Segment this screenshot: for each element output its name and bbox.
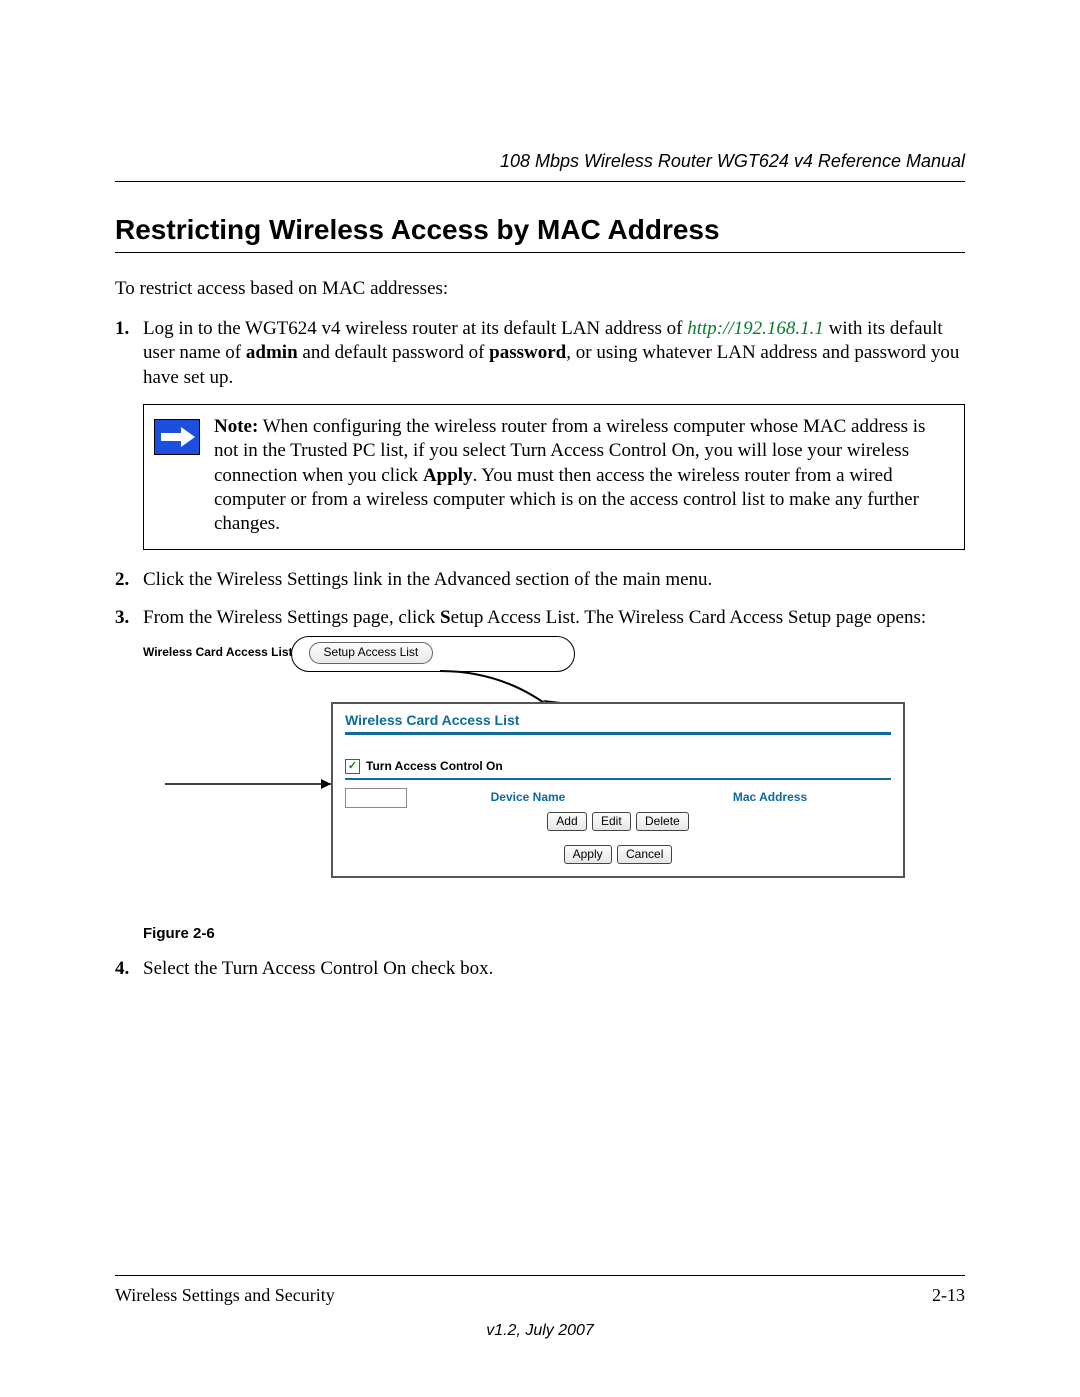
step-4: 4. Select the Turn Access Control On che… [115,957,965,981]
step-2-text: Click the Wireless Settings link in the … [143,569,712,590]
figure-2-6: Wireless Card Access List Setup Access L… [143,638,965,943]
cancel-button[interactable]: Cancel [617,845,672,864]
header-rule [115,181,965,182]
default-username: admin [246,342,298,363]
arrow-right-icon [154,419,200,455]
step-1: 1. Log in to the WGT624 v4 wireless rout… [115,317,965,550]
table-button-row: Add Edit Delete [345,812,891,831]
turn-access-control-checkbox[interactable]: ✓ [345,759,360,774]
device-table-header: Device Name Mac Address [345,788,891,808]
panel-rule-2 [345,778,891,780]
default-lan-link[interactable]: http://192.168.1.1 [687,318,824,339]
device-name-column: Device Name [407,788,649,808]
section-title: Restricting Wireless Access by MAC Addre… [115,212,965,248]
setup-access-list-button[interactable]: Setup Access List [309,642,434,663]
select-column [345,788,407,808]
add-button[interactable]: Add [547,812,586,831]
step-number: 3. [115,606,129,630]
access-list-panel: Wireless Card Access List ✓ Turn Access … [331,702,905,878]
callout-line-icon [165,778,345,790]
step-list: 1. Log in to the WGT624 v4 wireless rout… [115,317,965,982]
turn-access-control-row: ✓ Turn Access Control On [345,759,891,774]
edit-button[interactable]: Edit [592,812,631,831]
step-3-post: etup Access List. The Wireless Card Acce… [451,607,927,628]
running-head: 108 Mbps Wireless Router WGT624 v4 Refer… [115,150,965,173]
step-4-text: Select the Turn Access Control On check … [143,958,493,979]
apply-button[interactable]: Apply [564,845,612,864]
footer-left: Wireless Settings and Security [115,1284,335,1307]
default-password: password [489,342,566,363]
step-3-pre: From the Wireless Settings page, click [143,607,440,628]
step-2: 2. Click the Wireless Settings link in t… [115,568,965,592]
step-1-mid2: and default password of [298,342,490,363]
panel-rule [345,732,891,735]
panel-button-row: Apply Cancel [345,845,891,864]
footer-version: v1.2, July 2007 [115,1321,965,1341]
mac-address-column: Mac Address [649,788,891,808]
section-underline [115,252,965,253]
manual-page: 108 Mbps Wireless Router WGT624 v4 Refer… [0,0,1080,1397]
note-label: Note: [214,416,258,437]
figure-caption: Figure 2-6 [143,924,965,943]
step-3-bold-s: S [440,607,451,628]
figure-top-row: Wireless Card Access List Setup Access L… [143,642,433,663]
footer-page-number: 2-13 [932,1284,965,1307]
note-apply-word: Apply [423,465,473,486]
step-3-text: From the Wireless Settings page, click S… [143,607,926,628]
step-number: 1. [115,317,129,341]
note-text: Note: When configuring the wireless rout… [214,415,950,537]
step-number: 2. [115,568,129,592]
checkbox-label: Turn Access Control On [366,759,503,774]
step-number: 4. [115,957,129,981]
page-footer: Wireless Settings and Security 2-13 v1.2… [115,1275,965,1342]
delete-button[interactable]: Delete [636,812,689,831]
note-box: Note: When configuring the wireless rout… [143,404,965,550]
step-1-pre: Log in to the WGT624 v4 wireless router … [143,318,687,339]
panel-title: Wireless Card Access List [345,712,891,730]
intro-text: To restrict access based on MAC addresse… [115,277,965,301]
footer-rule [115,1275,965,1276]
step-1-text: Log in to the WGT624 v4 wireless router … [143,318,959,388]
access-list-label: Wireless Card Access List [143,645,293,660]
step-3: 3. From the Wireless Settings page, clic… [115,606,965,944]
